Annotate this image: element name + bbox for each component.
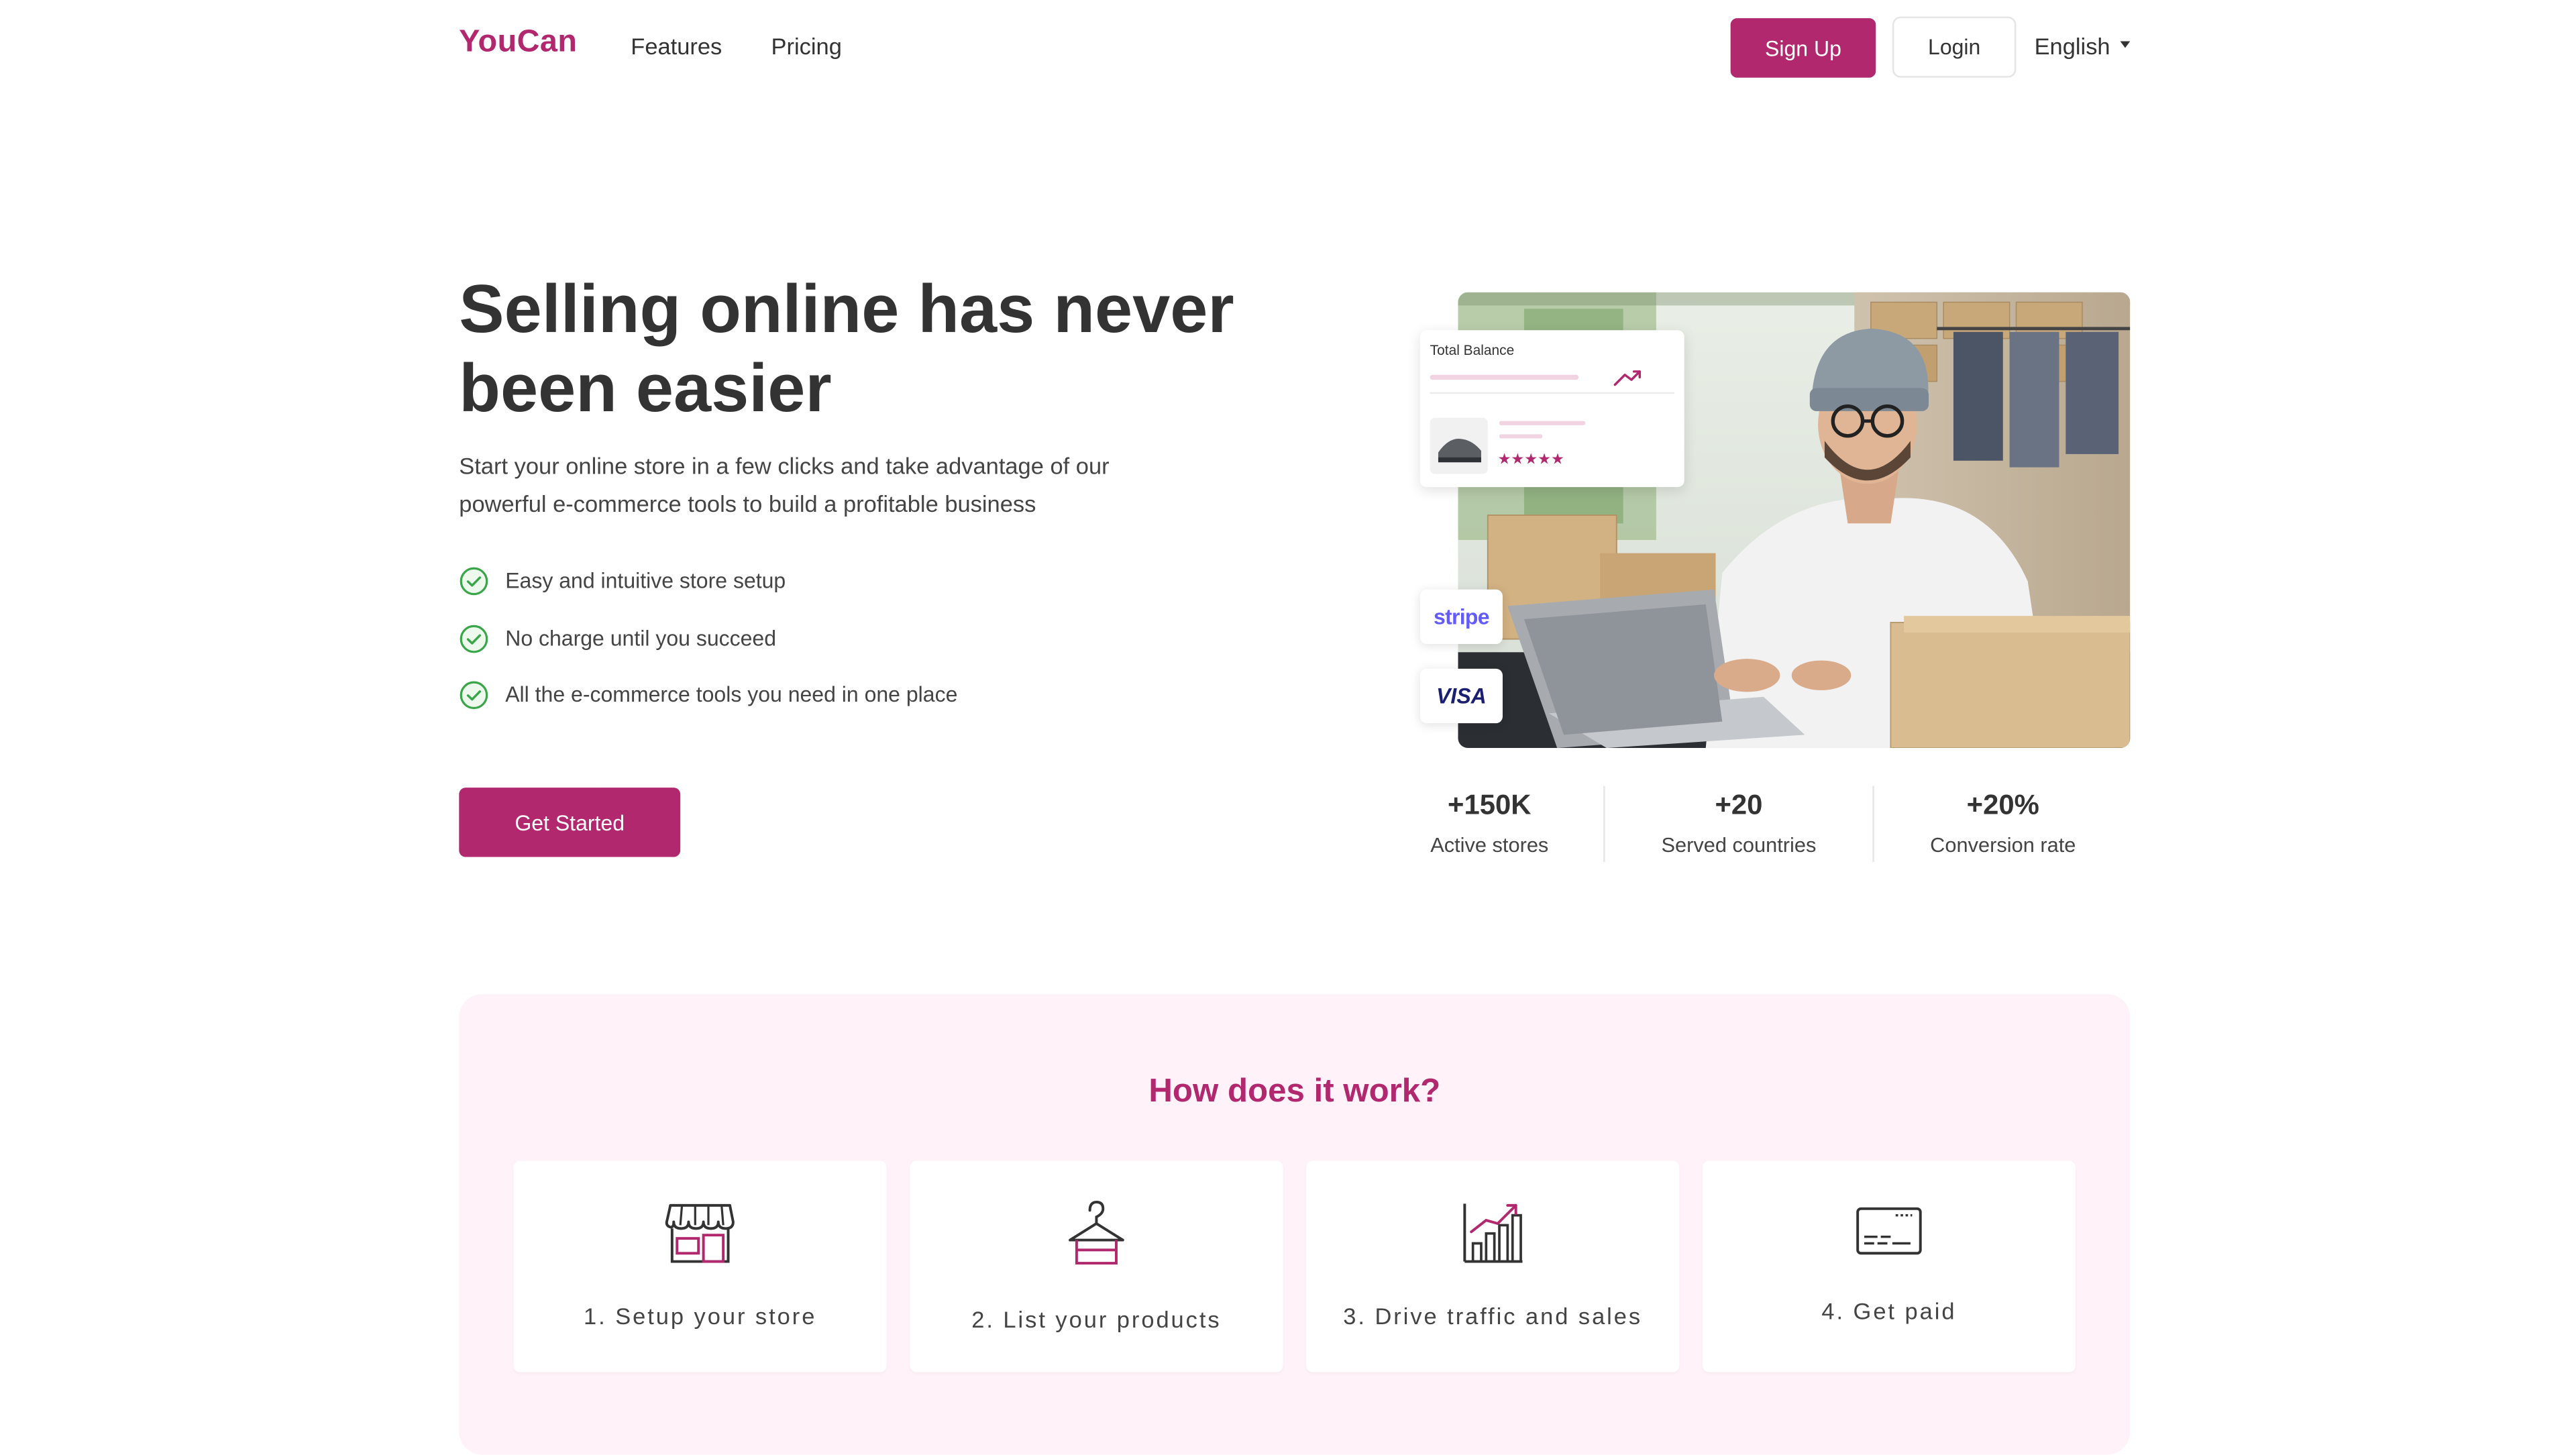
stat-label: Active stores (1430, 834, 1549, 857)
check-circle-icon (460, 624, 488, 653)
svg-text:★★★★★: ★★★★★ (1498, 451, 1564, 468)
check-circle-icon (460, 681, 488, 710)
step-card-setup-store: 1. Setup your store (513, 1161, 887, 1372)
total-balance-card: Total Balance ★★★★★ (1419, 330, 1684, 488)
visa-logo: VISA (1436, 684, 1487, 708)
growth-chart-icon (1306, 1199, 1679, 1264)
feature-item: All the e-commerce tools you need in one… (459, 680, 957, 737)
hanger-icon (910, 1197, 1283, 1270)
stripe-logo: stripe (1434, 604, 1489, 629)
top-navigation: YouCan Features Pricing Sign Up Login En… (0, 0, 2576, 96)
step-card-get-paid: 4. Get paid (1702, 1161, 2076, 1372)
stat-label: Served countries (1661, 834, 1817, 857)
feature-text: Easy and intuitive store setup (505, 568, 786, 593)
sign-up-button[interactable]: Sign Up (1730, 18, 1876, 78)
stripe-badge: stripe (1419, 589, 1503, 644)
step-label: 4. Get paid (1821, 1297, 1957, 1325)
storefront-icon (514, 1199, 887, 1264)
check-circle-icon (460, 567, 488, 596)
feature-item: No charge until you succeed (459, 623, 957, 680)
how-it-works-title: How does it work? (1148, 1073, 1441, 1110)
step-label: 3. Drive traffic and sales (1343, 1303, 1643, 1330)
stat-served-countries: +20 Served countries (1640, 788, 1837, 857)
balance-card-graphic: ★★★★★ (1430, 370, 1674, 474)
stat-conversion-rate: +20% Conversion rate (1911, 788, 2096, 857)
stat-value: +20% (1966, 789, 2039, 821)
stat-value: +20 (1715, 789, 1763, 821)
nav-link-pricing[interactable]: Pricing (771, 33, 842, 59)
language-selector[interactable]: English (2034, 33, 2131, 60)
feature-text: No charge until you succeed (505, 625, 777, 650)
hero-title: Selling online has never been easier (459, 270, 1234, 427)
feature-item: Easy and intuitive store setup (459, 566, 957, 623)
stat-divider (1872, 786, 1874, 862)
step-card-list-products: 2. List your products (910, 1161, 1283, 1372)
login-button[interactable]: Login (1892, 16, 2017, 78)
payment-card-icon (1703, 1203, 2076, 1260)
language-label: English (2034, 33, 2110, 60)
hero-subtitle: Start your online store in a few clicks … (459, 452, 1110, 517)
stat-divider (1603, 786, 1605, 862)
step-card-drive-traffic: 3. Drive traffic and sales (1306, 1161, 1680, 1372)
visa-badge: VISA (1419, 668, 1503, 724)
nav-link-features[interactable]: Features (631, 33, 722, 59)
step-label: 1. Setup your store (584, 1303, 817, 1330)
stat-label: Conversion rate (1930, 834, 2076, 857)
caret-down-icon (2120, 42, 2131, 49)
stat-active-stores: +150K Active stores (1407, 788, 1572, 857)
brand-logo[interactable]: YouCan (459, 25, 577, 61)
step-label: 2. List your products (971, 1306, 1222, 1333)
get-started-button[interactable]: Get Started (459, 788, 681, 857)
stat-value: +150K (1448, 789, 1532, 821)
feature-list: Easy and intuitive store setup No charge… (459, 566, 957, 737)
feature-text: All the e-commerce tools you need in one… (505, 682, 958, 707)
